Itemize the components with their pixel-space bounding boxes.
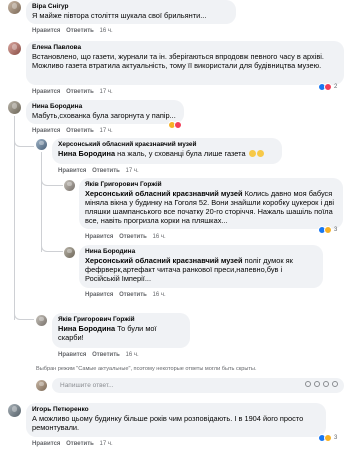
camera-icon[interactable] bbox=[314, 381, 320, 387]
thread-connector bbox=[14, 308, 34, 320]
grin-emoji-icon bbox=[256, 150, 264, 157]
comment-actions: Нравится Ответить 17 ч. bbox=[58, 168, 143, 174]
mention-link[interactable]: Херсонський обласний краєзнавчий музей bbox=[85, 256, 243, 265]
avatar-ihor[interactable] bbox=[8, 404, 21, 417]
avatar-yakiv[interactable] bbox=[64, 180, 75, 191]
comment-time[interactable]: 16 ч. bbox=[153, 292, 166, 298]
comment-author[interactable]: Нина Бородина bbox=[32, 103, 178, 111]
avatar-nina[interactable] bbox=[64, 247, 75, 258]
comment-time[interactable]: 17 ч. bbox=[100, 128, 113, 134]
comment-actions: Нравится Ответить 16 ч. bbox=[58, 352, 143, 358]
reactions[interactable]: 3 bbox=[318, 226, 337, 234]
wow-reaction-icon bbox=[324, 226, 332, 234]
reactions[interactable]: 2 bbox=[318, 83, 337, 91]
mention-link[interactable]: Нина Бородина bbox=[58, 324, 115, 333]
comment-text: Херсонський обласний краєзнавчий музей К… bbox=[85, 189, 335, 225]
comment-bubble: Яків Григорович Горжій Нина Бородина То … bbox=[52, 313, 190, 348]
comment-author[interactable]: Яків Григорович Горжій bbox=[58, 316, 184, 324]
comment-time[interactable]: 16 ч. bbox=[126, 352, 139, 358]
reply-link[interactable]: Ответить bbox=[66, 441, 94, 447]
comment-time[interactable]: 16 ч. bbox=[153, 234, 166, 240]
comment-time[interactable]: 16 ч. bbox=[100, 28, 113, 34]
comment-actions: Нравится Ответить 16 ч. bbox=[85, 292, 170, 298]
reply-placeholder: Напишите ответ... bbox=[60, 382, 114, 389]
reply-link[interactable]: Ответить bbox=[119, 292, 147, 298]
like-link[interactable]: Нравится bbox=[85, 292, 113, 298]
mention-link[interactable]: Херсонський обласний краєзнавчий музей bbox=[85, 189, 243, 198]
comment-time[interactable]: 17 ч. bbox=[126, 168, 139, 174]
comment-text: Херсонський обласний краєзнавчий музей п… bbox=[85, 256, 293, 283]
sort-mode-notice: Выбран режим "Самые актуальные", поэтому… bbox=[36, 366, 257, 372]
sticker-icon[interactable] bbox=[332, 381, 338, 387]
thread-line bbox=[14, 116, 15, 320]
comment-author[interactable]: Нина Бородина bbox=[85, 248, 317, 256]
avatar-vira[interactable] bbox=[8, 1, 21, 14]
avatar-yakiv[interactable] bbox=[36, 315, 47, 326]
mention-link[interactable]: Нина Бородина bbox=[58, 149, 115, 158]
like-link[interactable]: Нравится bbox=[32, 441, 60, 447]
comment-actions: Нравится Ответить 16 ч. bbox=[85, 234, 170, 240]
thread-connector bbox=[41, 174, 63, 186]
comment-text: Нина Бородина То були мої скарби! bbox=[58, 324, 157, 342]
like-link[interactable]: Нравится bbox=[58, 352, 86, 358]
comment-text: Встановлено, що газети, журнали та ін. з… bbox=[32, 52, 324, 70]
comment-bubble: Нина Бородина Херсонський обласний краєз… bbox=[79, 245, 323, 288]
grin-emoji-icon bbox=[248, 150, 256, 157]
like-link[interactable]: Нравится bbox=[32, 89, 60, 95]
comment-author[interactable]: Игорь Петюренко bbox=[32, 406, 320, 414]
avatar-museum[interactable] bbox=[36, 139, 47, 150]
reactions[interactable]: 3 bbox=[318, 434, 337, 442]
reaction-count: 3 bbox=[334, 227, 338, 233]
comment-text: Я майже півтора століття шукала свої бри… bbox=[32, 11, 207, 20]
comment-bubble: Игорь Петюренко А можливо цьому будинку … bbox=[26, 403, 326, 437]
comment-bubble: Яків Григорович Горжій Херсонський облас… bbox=[79, 178, 343, 229]
thread-line bbox=[41, 152, 42, 252]
reaction-count: 2 bbox=[334, 84, 338, 90]
thread-connector bbox=[41, 240, 63, 252]
reply-link[interactable]: Ответить bbox=[66, 128, 94, 134]
comment-actions: Нравится Ответить 17 ч. bbox=[32, 441, 117, 447]
comment-text: А можливо цьому будинку більше років чим… bbox=[32, 414, 304, 432]
like-link[interactable]: Нравится bbox=[85, 234, 113, 240]
love-reaction-icon bbox=[174, 121, 182, 129]
comment-time[interactable]: 17 ч. bbox=[100, 441, 113, 447]
reactions[interactable] bbox=[168, 121, 182, 129]
gif-icon[interactable] bbox=[323, 381, 329, 387]
emoji-icon[interactable] bbox=[305, 381, 311, 387]
avatar-nina[interactable] bbox=[8, 101, 21, 114]
sad-reaction-icon bbox=[324, 434, 332, 442]
reaction-count: 3 bbox=[334, 435, 338, 441]
love-reaction-icon bbox=[324, 83, 332, 91]
avatar-elena[interactable] bbox=[8, 42, 21, 55]
reply-link[interactable]: Ответить bbox=[92, 168, 120, 174]
comment-bubble: Херсонський обласний краєзнавчий музей Н… bbox=[52, 138, 282, 164]
comment-time[interactable]: 17 ч. bbox=[100, 89, 113, 95]
reply-link[interactable]: Ответить bbox=[119, 234, 147, 240]
comment-author[interactable]: Елена Павлова bbox=[32, 44, 338, 52]
comment-bubble: Віра Снігур Я майже півтора століття шук… bbox=[26, 0, 236, 24]
reply-input[interactable]: Напишите ответ... bbox=[52, 378, 344, 393]
comment-author[interactable]: Яків Григорович Горжій bbox=[85, 181, 337, 189]
comment-text: Нина Бородина на жаль, у схованці була л… bbox=[58, 149, 276, 158]
comment-bubble: Елена Павлова Встановлено, що газети, жу… bbox=[26, 41, 344, 85]
comment-author[interactable]: Віра Снігур bbox=[32, 3, 230, 11]
comment-bubble: Нина Бородина Мабуть,схованка була загор… bbox=[26, 100, 184, 124]
reply-link[interactable]: Ответить bbox=[66, 89, 94, 95]
like-link[interactable]: Нравится bbox=[32, 28, 60, 34]
reply-link[interactable]: Ответить bbox=[66, 28, 94, 34]
comment-actions: Нравится Ответить 17 ч. bbox=[32, 89, 117, 95]
thread-connector bbox=[14, 135, 34, 147]
like-link[interactable]: Нравится bbox=[32, 128, 60, 134]
comment-actions: Нравится Ответить 16 ч. bbox=[32, 28, 117, 34]
reply-link[interactable]: Ответить bbox=[92, 352, 120, 358]
comment-author[interactable]: Херсонський обласний краєзнавчий музей bbox=[58, 141, 276, 149]
reply-tools bbox=[305, 381, 338, 387]
comment-text: Мабуть,схованка була загорнута у папір..… bbox=[32, 111, 176, 120]
comment-actions: Нравится Ответить 17 ч. bbox=[32, 128, 117, 134]
current-user-avatar bbox=[36, 380, 47, 391]
